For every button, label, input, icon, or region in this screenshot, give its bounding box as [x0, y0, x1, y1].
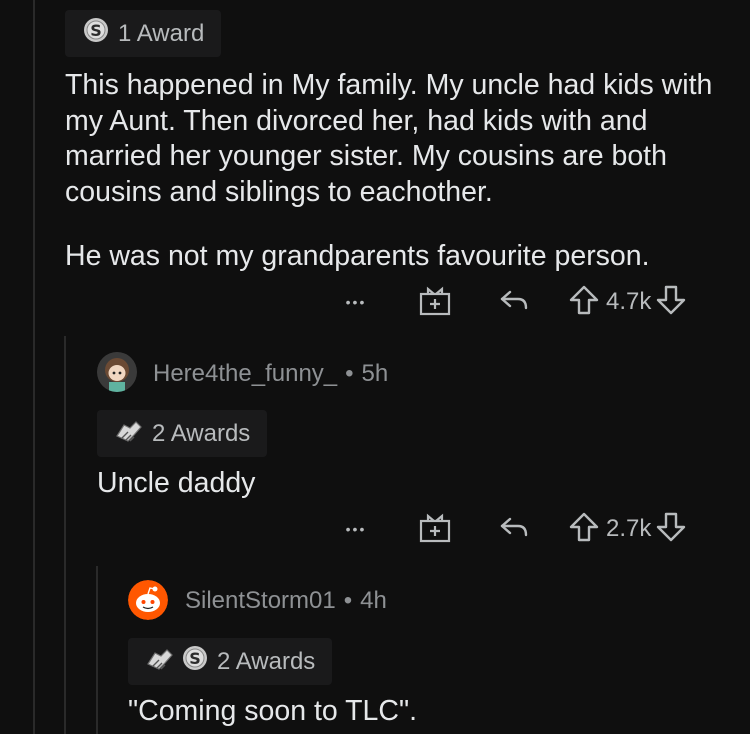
comment-meta: Here4the_funny_ • 5h: [153, 358, 388, 390]
upvote-icon: [568, 284, 600, 321]
upvote-icon: [568, 511, 600, 548]
upvote-button[interactable]: [568, 284, 600, 321]
awards-label: 2 Awards: [217, 647, 316, 675]
downvote-button[interactable]: [655, 284, 687, 321]
author-name[interactable]: SilentStorm01: [185, 587, 336, 615]
downvote-icon: [655, 284, 687, 321]
svg-text:S: S: [189, 649, 201, 668]
comment-actions: •••: [338, 282, 687, 322]
comment-meta: SilentStorm01 • 4h: [185, 585, 387, 617]
comment-body: "Coming soon to TLC".: [128, 694, 728, 730]
comment-body: Uncle daddy: [97, 466, 717, 502]
thread-line[interactable]: [33, 0, 35, 734]
avatar[interactable]: [97, 352, 137, 392]
comment-paragraph: This happened in My family. My uncle had…: [65, 69, 713, 208]
comment-paragraph: "Coming soon to TLC".: [128, 695, 418, 727]
more-icon: •••: [345, 294, 367, 310]
awards-badge[interactable]: 2 Awards: [97, 410, 268, 457]
reply-button[interactable]: [498, 511, 530, 548]
reply-button[interactable]: [498, 284, 530, 321]
comment-body: This happened in My family. My uncle had…: [65, 68, 725, 275]
give-award-button[interactable]: [418, 510, 452, 549]
comment-paragraph: He was not my grandparents favourite per…: [65, 240, 650, 272]
downvote-icon: [655, 511, 687, 548]
silver-award-icon: S: [181, 644, 209, 679]
comment-age: 4h: [360, 587, 387, 614]
vote-score: 2.7k: [606, 515, 652, 542]
thread-line[interactable]: [96, 566, 98, 734]
awards-label: 2 Awards: [152, 419, 251, 447]
more-icon: •••: [345, 521, 367, 537]
silver-award-icon: S: [82, 16, 110, 51]
handshake-award-icon: [145, 644, 175, 679]
thread-line[interactable]: [64, 336, 66, 734]
author-name[interactable]: Here4the_funny_: [153, 360, 337, 388]
comment-actions: •••: [338, 509, 687, 549]
give-award-button[interactable]: [418, 283, 452, 322]
awards-badge[interactable]: S 1 Award: [65, 10, 222, 57]
handshake-award-icon: [114, 416, 144, 451]
vote-score: 4.7k: [606, 288, 652, 315]
meta-separator: •: [345, 360, 354, 387]
comment-thread: S 1 Award This happened in My family. My…: [0, 0, 750, 734]
reply-icon: [498, 284, 530, 321]
avatar[interactable]: [128, 580, 168, 620]
more-button[interactable]: •••: [338, 294, 374, 310]
reply-icon: [498, 511, 530, 548]
downvote-button[interactable]: [655, 511, 687, 548]
comment-paragraph: Uncle daddy: [97, 467, 256, 499]
more-button[interactable]: •••: [338, 521, 374, 537]
awards-badge[interactable]: S 2 Awards: [128, 638, 333, 685]
awards-label: 1 Award: [118, 19, 205, 47]
upvote-button[interactable]: [568, 511, 600, 548]
comment-age: 5h: [361, 360, 389, 387]
svg-text:S: S: [90, 21, 102, 40]
gift-icon: [418, 510, 452, 549]
gift-icon: [418, 283, 452, 322]
meta-separator: •: [343, 587, 353, 614]
